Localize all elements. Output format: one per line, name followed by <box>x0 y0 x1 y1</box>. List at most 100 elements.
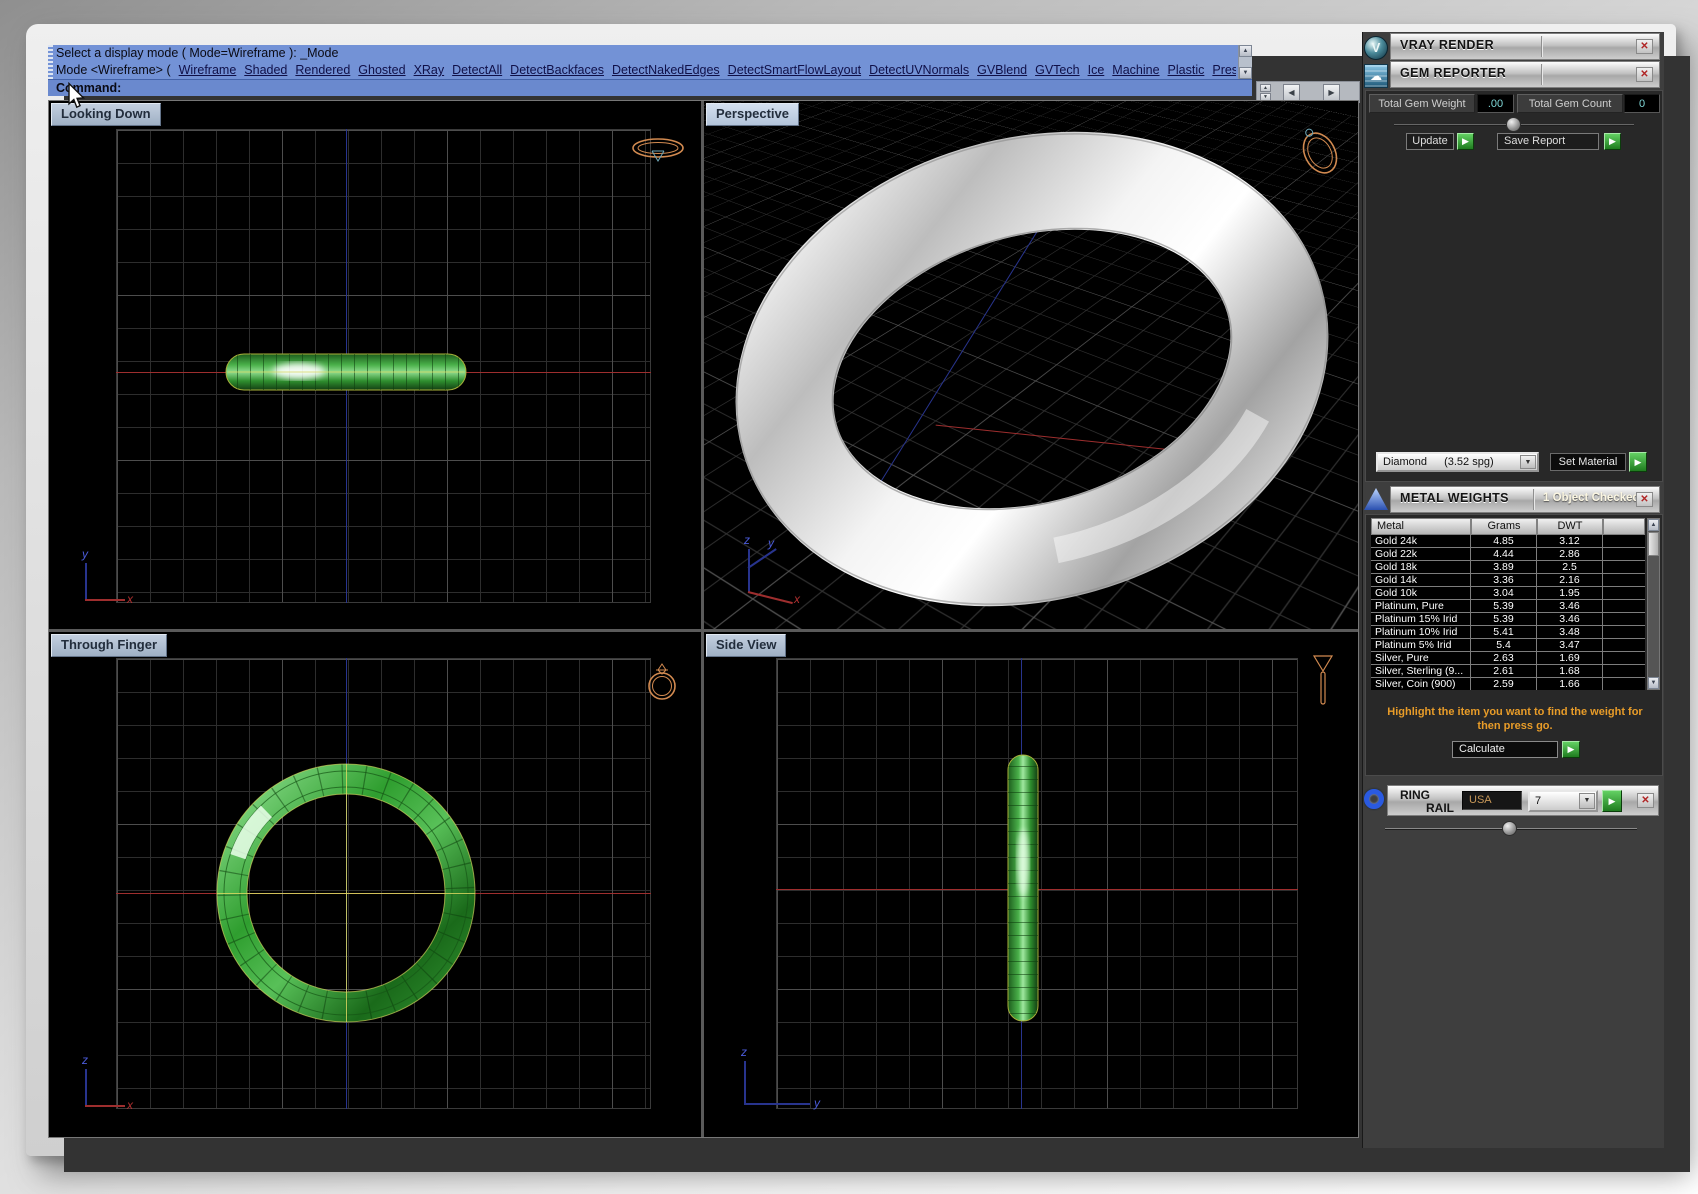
ring-rail-header: RING RAIL USA 7 ▼ ▶ ✕ <box>1387 785 1659 816</box>
ring-size-region-input[interactable]: USA <box>1462 791 1522 810</box>
table-row[interactable]: Silver, Pure 2.63 1.69 <box>1371 652 1645 665</box>
table-row[interactable]: Platinum 5% Irid 5.4 3.47 <box>1371 639 1645 652</box>
viewport-tab-side-view[interactable]: Side View <box>706 634 786 657</box>
axis-label-y: y <box>82 548 88 560</box>
command-option[interactable]: DetectUVNormals <box>869 63 969 77</box>
table-row[interactable]: Gold 10k 3.04 1.95 <box>1371 587 1645 600</box>
close-icon[interactable]: ✕ <box>1636 39 1653 54</box>
history-right-icon[interactable]: ▶ <box>1323 84 1340 101</box>
set-material-button[interactable]: Set Material <box>1550 453 1626 471</box>
gem-reporter-icon: ☁ <box>1364 64 1388 88</box>
save-report-button[interactable]: Save Report <box>1497 133 1599 150</box>
command-option[interactable]: DetectBackfaces <box>510 63 604 77</box>
viewport-tab-perspective[interactable]: Perspective <box>706 103 799 126</box>
spinner-up-icon[interactable]: ▲ <box>1260 84 1271 92</box>
command-option[interactable]: Presentation <box>1212 63 1236 77</box>
command-option[interactable]: GVTech <box>1035 63 1079 77</box>
calculate-button[interactable]: Calculate <box>1452 741 1558 758</box>
table-row[interactable]: Gold 14k 3.36 2.16 <box>1371 574 1645 587</box>
material-name: Diamond <box>1383 456 1427 468</box>
command-prompt-input[interactable]: Command: <box>48 79 1252 96</box>
update-go-icon[interactable]: ▶ <box>1457 133 1474 150</box>
panel-collapse-knob[interactable] <box>1506 117 1521 132</box>
ring-size-dropdown[interactable]: 7 ▼ <box>1528 790 1598 812</box>
table-row[interactable]: Gold 18k 3.89 2.5 <box>1371 561 1645 574</box>
command-option[interactable]: DetectAll <box>452 63 502 77</box>
command-option[interactable]: Rendered <box>295 63 350 77</box>
total-gem-weight-label: Total Gem Weight <box>1369 94 1475 113</box>
table-row[interactable]: Silver, Sterling (9... 2.61 1.68 <box>1371 665 1645 678</box>
material-dropdown[interactable]: Diamond (3.52 spg) ▼ <box>1376 452 1539 472</box>
vray-render-header[interactable]: VRAY RENDER ✕ <box>1390 33 1660 60</box>
scroll-up-icon[interactable]: ▲ <box>1648 519 1659 531</box>
ring-size-value: 7 <box>1535 795 1541 807</box>
viewport-through-finger[interactable]: Through Finger z x <box>49 632 701 1137</box>
metal-weights-title: METAL WEIGHTS <box>1400 491 1509 505</box>
table-row[interactable]: Silver, Coin (900) 2.59 1.66 <box>1371 678 1645 690</box>
command-options-prefix: Mode <Wireframe> ( <box>56 63 171 77</box>
column-header-empty <box>1603 518 1645 535</box>
vray-render-title: VRAY RENDER <box>1400 38 1494 52</box>
metal-weights-icon <box>1364 488 1388 510</box>
metal-weights-header[interactable]: METAL WEIGHTS 1 Object Checked ✕ <box>1390 486 1660 513</box>
gem-reporter-header[interactable]: GEM REPORTER ✕ <box>1390 61 1660 88</box>
chevron-down-icon[interactable]: ▼ <box>1579 793 1595 809</box>
scroll-down-icon[interactable]: ▼ <box>1239 67 1252 79</box>
scroll-down-icon[interactable]: ▼ <box>1648 677 1659 689</box>
ring-rail-go-icon[interactable]: ▶ <box>1602 790 1622 812</box>
command-option[interactable]: XRay <box>414 63 445 77</box>
total-gem-count-value: 0 <box>1624 94 1660 113</box>
command-option[interactable]: Ghosted <box>358 63 405 77</box>
command-panel: Select a display mode ( Mode=Wireframe )… <box>48 45 1252 96</box>
command-option[interactable]: Shaded <box>244 63 287 77</box>
viewport-tab-through-finger[interactable]: Through Finger <box>51 634 167 657</box>
total-gem-weight-value: .00 <box>1477 94 1514 113</box>
viewport-grid: Looking Down y x Perspective z y x Throu… <box>48 100 1359 1138</box>
right-sidebar: V VRAY RENDER ✕ ☁ GEM REPORTER ✕ Total G… <box>1362 32 1664 1148</box>
table-row[interactable]: Platinum, Pure 5.39 3.46 <box>1371 600 1645 613</box>
ring-orientation-icon <box>645 654 679 706</box>
table-row[interactable]: Platinum 10% Irid 5.41 3.48 <box>1371 626 1645 639</box>
command-scrollbar[interactable]: ▲ ▼ <box>1238 45 1252 79</box>
command-option[interactable]: Plastic <box>1168 63 1205 77</box>
ring-orientation-icon <box>1310 650 1336 708</box>
material-spg: (3.52 spg) <box>1444 456 1494 468</box>
column-header-dwt[interactable]: DWT <box>1537 518 1603 535</box>
ring-band-side-view[interactable] <box>1005 753 1041 1025</box>
set-material-go-icon[interactable]: ▶ <box>1629 452 1647 472</box>
viewport-perspective[interactable]: Perspective z y x <box>704 101 1358 629</box>
history-left-icon[interactable]: ◀ <box>1283 84 1300 101</box>
viewport-side-view[interactable]: Side View z y <box>704 632 1358 1137</box>
column-header-grams[interactable]: Grams <box>1471 518 1537 535</box>
calculate-go-icon[interactable]: ▶ <box>1562 741 1580 758</box>
axis-label-x: x <box>794 593 800 605</box>
scroll-up-icon[interactable]: ▲ <box>1239 45 1252 57</box>
command-option[interactable]: DetectNakedEdges <box>612 63 720 77</box>
ring-band-top-view[interactable] <box>224 352 468 392</box>
command-option[interactable]: DetectSmartFlowLayout <box>728 63 861 77</box>
command-history-line1: Select a display mode ( Mode=Wireframe )… <box>56 45 1236 62</box>
viewport-looking-down[interactable]: Looking Down y x <box>49 101 701 629</box>
table-row[interactable]: Platinum 15% Irid 5.39 3.46 <box>1371 613 1645 626</box>
command-option[interactable]: Machine <box>1112 63 1159 77</box>
table-row[interactable]: Gold 22k 4.44 2.86 <box>1371 548 1645 561</box>
close-icon[interactable]: ✕ <box>1636 492 1653 507</box>
selection-wire-horizontal <box>217 893 475 894</box>
object-checked-status: 1 Object Checked <box>1543 492 1640 504</box>
column-header-metal[interactable]: Metal <box>1371 518 1471 535</box>
chevron-down-icon[interactable]: ▼ <box>1520 455 1536 469</box>
save-report-go-icon[interactable]: ▶ <box>1604 133 1621 150</box>
table-scrollbar[interactable]: ▲ ▼ <box>1647 518 1660 690</box>
axis-label-y: y <box>768 537 774 549</box>
ring-rail-slider-knob[interactable] <box>1502 821 1517 836</box>
close-icon[interactable]: ✕ <box>1637 793 1654 808</box>
update-button[interactable]: Update <box>1406 133 1454 150</box>
command-option[interactable]: Ice <box>1088 63 1105 77</box>
command-option[interactable]: GVBlend <box>977 63 1027 77</box>
scrollbar-thumb[interactable] <box>1648 532 1659 556</box>
close-icon[interactable]: ✕ <box>1636 67 1653 82</box>
table-row[interactable]: Gold 24k 4.85 3.12 <box>1371 535 1645 548</box>
axis-label-x: x <box>127 593 133 605</box>
command-option[interactable]: Wireframe <box>179 63 237 77</box>
ring-rail-icon <box>1364 789 1384 809</box>
